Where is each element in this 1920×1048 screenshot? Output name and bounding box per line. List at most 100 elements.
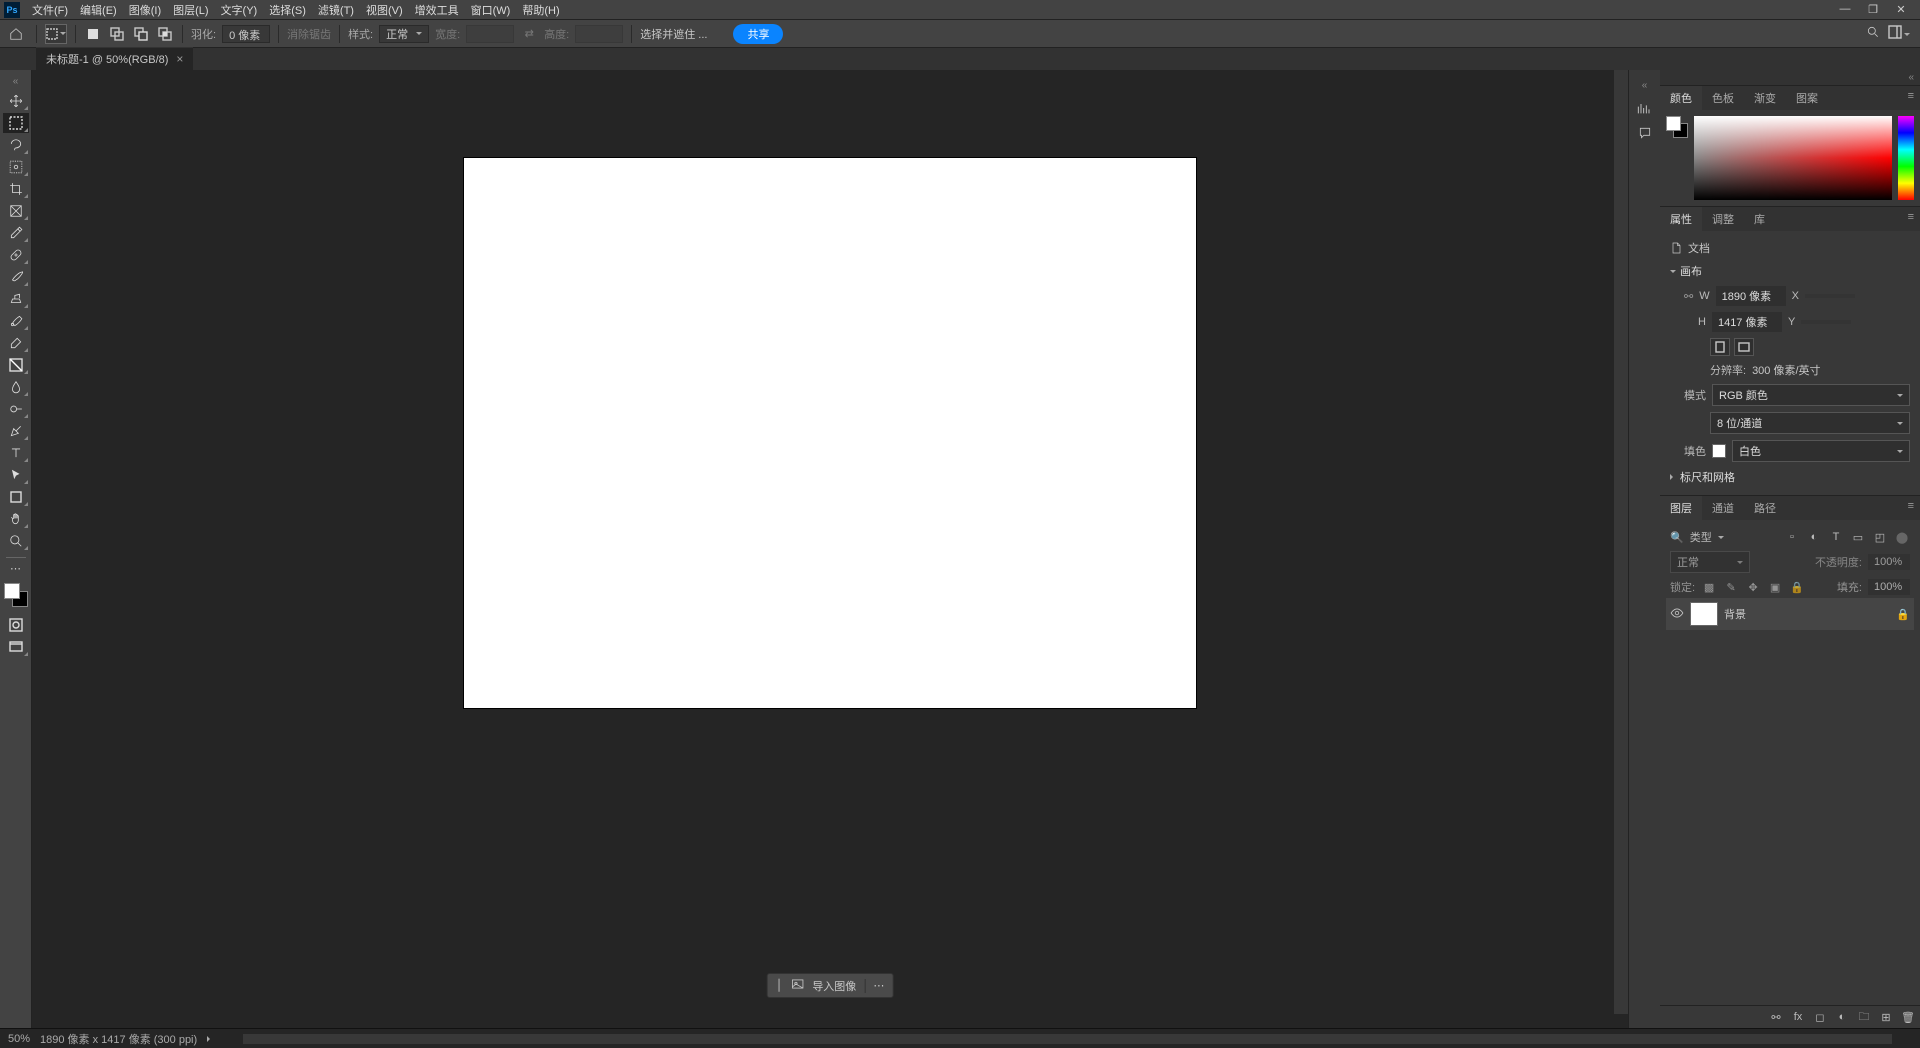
move-tool[interactable] [3, 91, 29, 111]
bit-depth-select[interactable]: 8 位/通道 [1710, 412, 1910, 434]
home-button[interactable] [4, 23, 28, 45]
edit-toolbar-icon[interactable]: ⋯ [6, 557, 26, 575]
layer-name[interactable]: 背景 [1724, 606, 1746, 622]
share-button[interactable]: 共享 [733, 24, 783, 44]
zoom-level[interactable]: 50% [8, 1033, 30, 1045]
link-layers-icon[interactable]: ⚯ [1768, 1010, 1784, 1024]
more-icon[interactable]: ⋯ [873, 979, 884, 992]
ruler-grid-section-header[interactable]: 标尺和网格 [1666, 465, 1914, 489]
toolbox-collapse-icon[interactable]: « [7, 74, 25, 89]
menu-6[interactable]: 滤镜(T) [312, 0, 360, 20]
lasso-tool[interactable] [3, 135, 29, 155]
hue-slider[interactable] [1898, 116, 1914, 200]
minimize-button[interactable]: — [1836, 3, 1854, 16]
style-select[interactable]: 正常 [379, 25, 429, 43]
zoom-tool[interactable] [3, 531, 29, 551]
tab-adjustments[interactable]: 调整 [1702, 207, 1744, 231]
horizontal-scrollbar[interactable] [243, 1034, 1892, 1044]
menu-3[interactable]: 图层(L) [167, 0, 214, 20]
close-button[interactable]: ✕ [1892, 3, 1910, 16]
import-image-button[interactable]: 导入图像 [812, 978, 856, 994]
menu-2[interactable]: 图像(I) [123, 0, 167, 20]
layer-style-icon[interactable]: fx [1790, 1010, 1806, 1024]
shape-tool[interactable] [3, 487, 29, 507]
group-icon[interactable]: 🗀 [1856, 1010, 1872, 1024]
hand-tool[interactable] [3, 509, 29, 529]
fill-select[interactable]: 白色 [1732, 440, 1910, 462]
lock-position-icon[interactable]: ✥ [1745, 580, 1761, 594]
dock-collapse-icon[interactable]: « [1636, 78, 1654, 93]
lock-all-icon[interactable]: 🔒 [1789, 580, 1805, 594]
select-and-mask-button[interactable]: 选择并遮住 ... [640, 26, 707, 42]
healing-tool[interactable] [3, 245, 29, 265]
tab-properties[interactable]: 属性 [1660, 207, 1702, 231]
histogram-panel-icon[interactable] [1637, 101, 1653, 118]
selection-intersect-icon[interactable] [156, 25, 174, 43]
menu-8[interactable]: 增效工具 [409, 0, 465, 20]
tab-layers[interactable]: 图层 [1660, 496, 1702, 520]
tab-libraries[interactable]: 库 [1744, 207, 1775, 231]
menu-0[interactable]: 文件(F) [26, 0, 74, 20]
tab-paths[interactable]: 路径 [1744, 496, 1786, 520]
color-fg-bg-swatch[interactable] [1666, 116, 1688, 138]
eyedropper-tool[interactable] [3, 223, 29, 243]
current-tool-icon[interactable] [45, 24, 67, 44]
fill-opacity-input[interactable]: 100% [1868, 579, 1910, 595]
screen-mode-icon[interactable] [3, 637, 29, 657]
dodge-tool[interactable] [3, 399, 29, 419]
selection-subtract-icon[interactable] [132, 25, 150, 43]
quick-select-tool[interactable] [3, 157, 29, 177]
menu-1[interactable]: 编辑(E) [74, 0, 123, 20]
document-canvas[interactable] [464, 158, 1196, 708]
close-tab-icon[interactable]: × [176, 52, 183, 66]
lock-artboard-icon[interactable]: ▣ [1767, 580, 1783, 594]
tab-gradients[interactable]: 渐变 [1744, 86, 1786, 110]
width-input[interactable]: 1890 像素 [1716, 286, 1786, 306]
filter-toggle-icon[interactable]: ⬤ [1894, 530, 1910, 544]
menu-5[interactable]: 选择(S) [263, 0, 312, 20]
tab-channels[interactable]: 通道 [1702, 496, 1744, 520]
contextual-task-bar[interactable]: ┃ 导入图像 ⋯ [767, 973, 894, 998]
layer-filter-search-icon[interactable]: 🔍 [1670, 531, 1684, 544]
menu-10[interactable]: 帮助(H) [516, 0, 565, 20]
lock-pixels-icon[interactable]: ✎ [1723, 580, 1739, 594]
fill-swatch[interactable] [1712, 444, 1726, 458]
menu-7[interactable]: 视图(V) [360, 0, 409, 20]
document-tab[interactable]: 未标题-1 @ 50%(RGB/8) × [36, 47, 193, 70]
filter-shape-icon[interactable]: ▭ [1850, 530, 1866, 544]
panel-menu-icon[interactable]: ≡ [1902, 207, 1920, 231]
panel-menu-icon[interactable]: ≡ [1902, 496, 1920, 520]
opacity-input[interactable]: 100% [1868, 554, 1910, 570]
layer-row-background[interactable]: 背景 🔒 [1666, 598, 1914, 630]
marquee-tool[interactable] [3, 113, 29, 133]
grip-icon[interactable]: ┃ [776, 979, 783, 992]
search-icon[interactable] [1866, 25, 1880, 42]
canvas-section-header[interactable]: 画布 [1666, 259, 1914, 283]
path-select-tool[interactable] [3, 465, 29, 485]
tab-color[interactable]: 颜色 [1660, 86, 1702, 110]
status-flyout-icon[interactable] [207, 1036, 213, 1042]
layer-mask-icon[interactable]: ◻ [1812, 1010, 1828, 1024]
panel-menu-icon[interactable]: ≡ [1902, 86, 1920, 110]
brush-tool[interactable] [3, 267, 29, 287]
filter-pixel-icon[interactable]: ▫ [1784, 530, 1800, 544]
filter-adjust-icon[interactable]: ◐ [1806, 530, 1822, 544]
workspace-switcher-icon[interactable] [1888, 25, 1910, 42]
delete-layer-icon[interactable]: 🗑 [1900, 1010, 1916, 1024]
visibility-icon[interactable] [1670, 606, 1684, 623]
layer-thumbnail[interactable] [1690, 602, 1718, 626]
new-layer-icon[interactable]: ⊞ [1878, 1010, 1894, 1024]
tab-patterns[interactable]: 图案 [1786, 86, 1828, 110]
clone-stamp-tool[interactable] [3, 289, 29, 309]
filter-type-icon[interactable]: T [1828, 530, 1844, 544]
type-tool[interactable] [3, 443, 29, 463]
lock-transparency-icon[interactable]: ▩ [1701, 580, 1717, 594]
landscape-orientation-button[interactable] [1734, 338, 1754, 356]
feather-input[interactable]: 0 像素 [222, 25, 270, 43]
quick-mask-icon[interactable] [3, 615, 29, 635]
height-input[interactable]: 1417 像素 [1712, 312, 1782, 332]
tab-swatches[interactable]: 色板 [1702, 86, 1744, 110]
selection-add-icon[interactable] [108, 25, 126, 43]
foreground-color-swatch[interactable] [4, 583, 20, 599]
menu-9[interactable]: 窗口(W) [465, 0, 517, 20]
